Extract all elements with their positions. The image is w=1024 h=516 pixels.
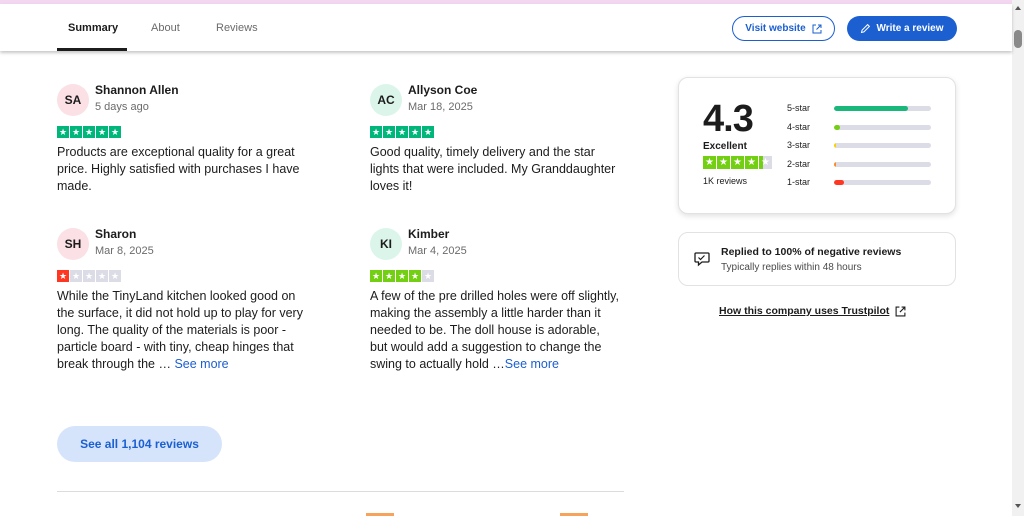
avatar[interactable]: SA (57, 84, 89, 116)
reply-title: Replied to 100% of negative reviews (721, 246, 902, 258)
distribution-row[interactable]: 2-star (787, 158, 937, 170)
reply-info-card: Replied to 100% of negative reviews Typi… (678, 232, 956, 286)
review-star-icon: ★ (383, 126, 395, 138)
review-star-icon: ★ (96, 126, 108, 138)
tab-summary[interactable]: Summary (68, 22, 118, 34)
sticky-header: Summary About Reviews Visit website Writ… (0, 4, 1012, 51)
review-body: Products are exceptional quality for a g… (57, 145, 300, 193)
review-stars: ★ ★ ★ ★ ★ (370, 126, 434, 138)
external-link-icon (812, 24, 822, 33)
visit-website-label: Visit website (745, 23, 806, 34)
scroll-thumb[interactable] (1014, 30, 1022, 48)
scroll-up-arrow-icon[interactable] (1015, 6, 1021, 10)
visit-website-button[interactable]: Visit website (732, 16, 835, 41)
tab-reviews[interactable]: Reviews (216, 22, 258, 34)
reply-subtitle: Typically replies within 48 hours (721, 262, 862, 273)
review-body: Good quality, timely delivery and the st… (370, 145, 616, 193)
overall-star-icon: ★ (745, 156, 758, 169)
overall-star-icon: ★ (731, 156, 744, 169)
overall-stars: ★ ★ ★ ★ ★ (703, 156, 772, 169)
distribution-track (834, 124, 931, 130)
reviewer-name[interactable]: Shannon Allen (95, 83, 179, 97)
distribution-row[interactable]: 1-star (787, 177, 937, 188)
review-star-icon: ★ (422, 270, 434, 282)
review-stars: ★ ★ ★ ★ ★ (57, 270, 121, 282)
distribution-row[interactable]: 4-star (787, 121, 937, 133)
active-tab-indicator (57, 48, 127, 51)
review-star-icon: ★ (396, 126, 408, 138)
avatar[interactable]: KI (370, 228, 402, 260)
rating-summary-card: 4.3 Excellent ★ ★ ★ ★ ★ 1K reviews 5-star 4-s… (678, 77, 956, 214)
avatar[interactable]: SH (57, 228, 89, 260)
review-star-icon: ★ (396, 270, 408, 282)
review-text: A few of the pre drilled holes were off … (370, 288, 620, 373)
review-star-icon: ★ (70, 126, 82, 138)
review-date: Mar 4, 2025 (408, 245, 467, 257)
write-review-button[interactable]: Write a review (847, 16, 957, 41)
scroll-down-arrow-icon[interactable] (1015, 504, 1021, 508)
how-company-uses-label: How this company uses Trustpilot (719, 305, 890, 317)
distribution-label: 4-star (787, 121, 811, 132)
review-star-icon: ★ (409, 126, 421, 138)
see-more-link[interactable]: See more (505, 357, 559, 371)
overall-star-icon: ★ (759, 156, 772, 169)
review-star-icon: ★ (422, 126, 434, 138)
review-star-icon: ★ (409, 270, 421, 282)
page-scrollbar[interactable] (1012, 0, 1024, 516)
review-date: Mar 18, 2025 (408, 101, 473, 113)
reviewer-name[interactable]: Allyson Coe (408, 83, 477, 97)
review-star-icon: ★ (109, 126, 121, 138)
see-all-reviews-button[interactable]: See all 1,104 reviews (57, 426, 222, 462)
overall-star-icon: ★ (703, 156, 716, 169)
distribution-track (834, 143, 931, 148)
review-stars: ★ ★ ★ ★ ★ (370, 270, 434, 282)
distribution-fill (834, 161, 836, 167)
review-text: Good quality, timely delivery and the st… (370, 144, 620, 195)
distribution-fill (834, 124, 840, 130)
see-more-link[interactable]: See more (174, 357, 228, 371)
review-text: Products are exceptional quality for a g… (57, 144, 307, 195)
review-body: A few of the pre drilled holes were off … (370, 289, 619, 371)
reviews-count: 1K reviews (703, 176, 748, 186)
review-date: 5 days ago (95, 101, 149, 113)
review-star-icon: ★ (96, 270, 108, 282)
external-link-icon (895, 306, 906, 316)
overall-score: 4.3 (703, 98, 754, 140)
how-company-uses-link[interactable]: How this company uses Trustpilot (719, 305, 906, 317)
review-star-icon: ★ (57, 126, 69, 138)
distribution-fill (834, 180, 844, 185)
reviewer-name[interactable]: Kimber (408, 227, 449, 241)
reviewer-name[interactable]: Sharon (95, 227, 136, 241)
review-star-icon: ★ (70, 270, 82, 282)
overall-star-icon: ★ (717, 156, 730, 169)
review-text: While the TinyLand kitchen looked good o… (57, 288, 307, 373)
distribution-row[interactable]: 3-star (787, 140, 937, 151)
chat-bubble-icon (694, 252, 710, 267)
review-date: Mar 8, 2025 (95, 245, 154, 257)
review-star-icon: ★ (370, 126, 382, 138)
review-star-icon: ★ (383, 270, 395, 282)
tab-about[interactable]: About (151, 22, 180, 34)
avatar[interactable]: AC (370, 84, 402, 116)
distribution-label: 5-star (787, 103, 811, 113)
review-star-icon: ★ (109, 270, 121, 282)
distribution-track (834, 161, 931, 167)
section-divider (57, 491, 624, 492)
distribution-fill (834, 106, 908, 111)
review-star-icon: ★ (370, 270, 382, 282)
review-star-icon: ★ (83, 126, 95, 138)
distribution-track (834, 106, 931, 111)
distribution-row[interactable]: 5-star (787, 103, 937, 114)
review-stars: ★ ★ ★ ★ ★ (57, 126, 121, 138)
distribution-fill (834, 143, 836, 148)
review-star-icon: ★ (57, 270, 69, 282)
review-star-icon: ★ (83, 270, 95, 282)
distribution-label: 1-star (787, 177, 811, 187)
rating-label: Excellent (703, 141, 747, 152)
distribution-track (834, 180, 931, 185)
pencil-icon (861, 23, 871, 34)
distribution-label: 2-star (787, 158, 811, 169)
distribution-label: 3-star (787, 140, 811, 150)
write-review-label: Write a review (876, 23, 944, 34)
